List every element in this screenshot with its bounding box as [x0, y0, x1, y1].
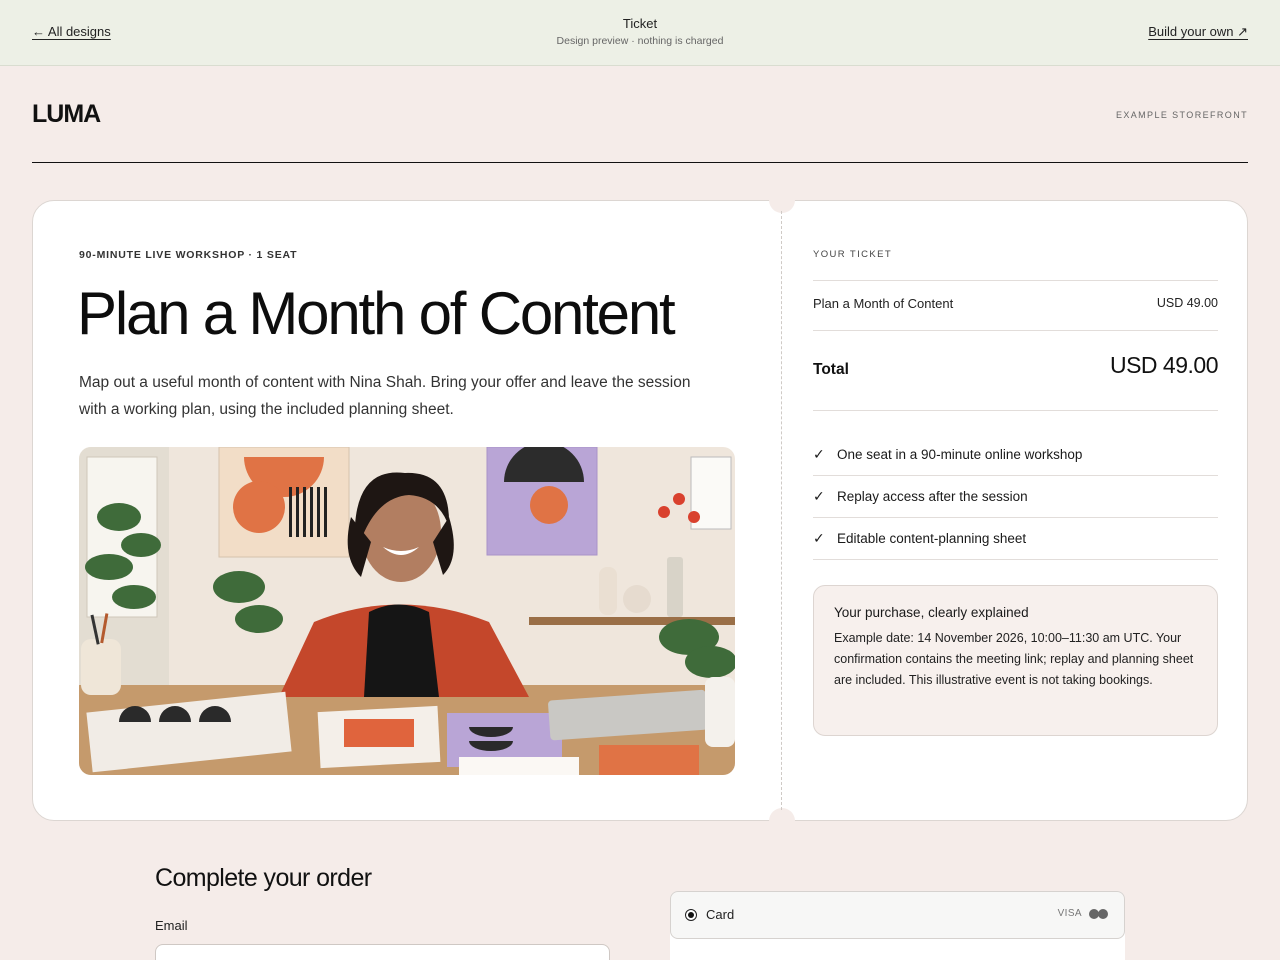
payment-option-card[interactable]: Card VISA	[670, 891, 1125, 939]
feature-item: ✓ Replay access after the session	[813, 476, 1218, 518]
visa-icon: VISA	[1057, 908, 1082, 919]
preview-subtitle: Design preview · nothing is charged	[556, 35, 724, 47]
total-label: Total	[813, 361, 849, 378]
summary-divider	[813, 330, 1218, 331]
line-item-name: Plan a Month of Content	[813, 296, 954, 311]
ticket-card: 90-MINUTE LIVE WORKSHOP · 1 SEAT Plan a …	[32, 187, 1248, 834]
event-description: Map out a useful month of content with N…	[79, 374, 691, 418]
feature-text: One seat in a 90-minute online workshop	[837, 447, 1083, 462]
feature-text: Editable content-planning sheet	[837, 531, 1027, 546]
feature-item: ✓ Editable content-planning sheet	[813, 518, 1218, 560]
all-designs-link[interactable]: ← All designs	[32, 24, 111, 39]
total-value: USD 49.00	[1109, 352, 1219, 378]
line-item-price: USD 49.00	[1156, 296, 1218, 310]
header-divider	[32, 162, 1248, 163]
feature-item: ✓ One seat in a 90-minute online worksho…	[813, 434, 1218, 476]
payment-option-label: Card	[706, 907, 735, 922]
feature-text: Replay access after the session	[837, 489, 1028, 504]
ticket-notch-top	[769, 187, 795, 213]
your-ticket-heading: YOUR TICKET	[813, 249, 893, 260]
perforation-divider	[781, 211, 782, 810]
check-icon: ✓	[813, 446, 825, 462]
preview-bar: ← All designs Ticket Design preview · no…	[0, 0, 1280, 66]
check-icon: ✓	[813, 530, 825, 546]
purchase-info-title: Your purchase, clearly explained	[834, 605, 1029, 620]
summary-divider	[813, 280, 1218, 281]
mastercard-icon	[1089, 909, 1109, 919]
summary-divider	[813, 410, 1218, 411]
build-your-own-link[interactable]: Build your own ↗	[1148, 24, 1248, 40]
store-logo[interactable]: LUMA	[32, 100, 101, 129]
purchase-info-body: Example date: 14 November 2026, 10:00–11…	[834, 631, 1194, 687]
line-item: Plan a Month of Content USD 49.00	[813, 296, 1218, 311]
email-label: Email	[155, 918, 188, 933]
preview-title: Ticket	[622, 16, 658, 31]
preview-title-group: Ticket Design preview · nothing is charg…	[440, 16, 840, 47]
order-section-title: Complete your order	[155, 864, 372, 892]
radio-selected-icon[interactable]	[685, 909, 697, 921]
ticket-notch-bottom	[769, 808, 795, 834]
storefront-tag: EXAMPLE STOREFRONT	[1115, 110, 1248, 120]
workshop-host-photo	[79, 447, 735, 775]
check-icon: ✓	[813, 488, 825, 504]
email-field[interactable]	[155, 944, 610, 960]
purchase-info-box: Your purchase, clearly explained Example…	[813, 585, 1218, 736]
event-title: Plan a Month of Content	[77, 280, 676, 347]
event-eyebrow: 90-MINUTE LIVE WORKSHOP · 1 SEAT	[79, 249, 298, 261]
